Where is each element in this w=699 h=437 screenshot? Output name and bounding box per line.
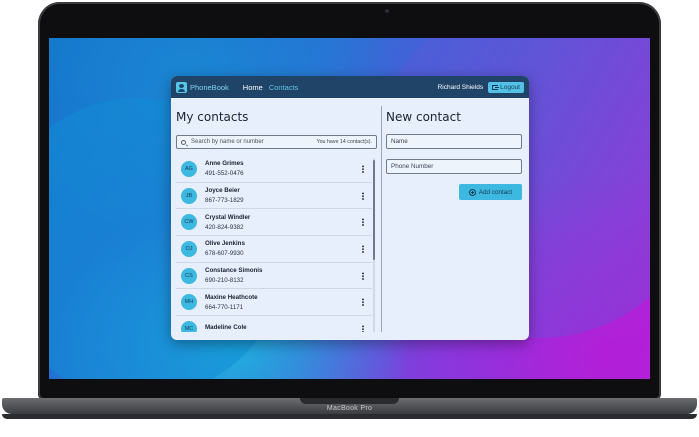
contacts-panel: My contacts Search by name or number You… (171, 98, 381, 340)
device-label: MacBook Pro (326, 405, 373, 412)
contact-name: Constance Simonis (205, 267, 263, 275)
avatar: MC (181, 320, 197, 332)
search-icon (181, 139, 186, 145)
more-options-icon[interactable] (362, 164, 364, 173)
brand-link[interactable]: PhoneBook (176, 81, 229, 93)
contact-name: Madeline Cole (205, 323, 247, 331)
list-item[interactable]: CW Crystal Windler 420-824-9382 (176, 209, 372, 237)
contact-phone: 491-552-0476 (205, 170, 244, 178)
new-contact-panel: New contact Name Phone Number Add contac… (383, 98, 529, 340)
avatar: AG (181, 160, 197, 177)
nav-link-contacts[interactable]: Contacts (269, 83, 299, 92)
phone-placeholder: Phone Number (391, 163, 434, 170)
camera-icon (385, 9, 389, 13)
search-input[interactable]: Search by name or number You have 14 con… (176, 135, 377, 149)
nav-links: Home Contacts (243, 83, 299, 92)
brand-name: PhoneBook (190, 82, 229, 92)
more-options-icon[interactable] (362, 324, 364, 332)
logout-label: Logout (500, 83, 520, 91)
logout-icon (492, 84, 500, 90)
contacts-title: My contacts (176, 110, 249, 124)
contact-phone: 690-210-8132 (205, 277, 244, 285)
list-item[interactable]: JB Joyce Beier 867-773-1829 (176, 183, 372, 210)
list-item[interactable]: MC Madeline Cole (176, 316, 372, 332)
user-menu: Richard Shields Logout (437, 81, 524, 93)
avatar: JB (181, 187, 197, 204)
laptop-mockup: PhoneBook Home Contacts Richard Shields … (0, 0, 699, 437)
nav-link-home[interactable]: Home (243, 83, 263, 92)
phonebook-app-window: PhoneBook Home Contacts Richard Shields … (171, 76, 529, 340)
navbar: PhoneBook Home Contacts Richard Shields … (171, 76, 529, 98)
list-item[interactable]: CS Constance Simonis 690-210-8132 (176, 263, 372, 290)
more-options-icon[interactable] (362, 218, 364, 227)
contact-phone: 867-773-1829 (205, 197, 244, 205)
add-contact-label: Add contact (478, 188, 513, 196)
list-item[interactable]: MH Maxine Heathcote 664-770-1171 (176, 289, 372, 317)
avatar: MH (181, 294, 197, 311)
contact-name: Olive Jenkins (205, 240, 245, 248)
laptop-notch (300, 398, 399, 404)
contact-phone: 420-824-9382 (205, 223, 244, 231)
avatar: CS (181, 267, 197, 284)
contact-list[interactable]: AG Anne Grimes 491-552-0476 JB Joyce Beie… (176, 156, 372, 332)
contact-name: Joyce Beier (205, 187, 240, 195)
laptop-foot (2, 414, 697, 419)
contact-book-icon (176, 81, 187, 93)
phone-input[interactable]: Phone Number (386, 159, 522, 174)
contact-name: Crystal Windler (205, 213, 251, 221)
user-name: Richard Shields (437, 83, 484, 91)
new-contact-title: New contact (386, 110, 461, 124)
more-options-icon[interactable] (362, 271, 364, 280)
more-options-icon[interactable] (362, 191, 364, 200)
scrollbar-thumb[interactable] (373, 160, 375, 260)
name-placeholder: Name (391, 138, 408, 145)
panel-divider (381, 106, 382, 332)
list-item[interactable]: AG Anne Grimes 491-552-0476 (176, 156, 372, 183)
name-input[interactable]: Name (386, 134, 522, 149)
logout-button[interactable]: Logout (488, 81, 524, 93)
list-item[interactable]: OJ Olive Jenkins 678-607-9930 (176, 236, 372, 263)
contact-phone: 664-770-1171 (205, 303, 244, 311)
avatar: OJ (181, 240, 197, 257)
contact-name: Anne Grimes (205, 160, 244, 168)
contact-phone: 678-607-9930 (205, 250, 244, 258)
contact-count: You have 14 contact(s). (316, 139, 372, 145)
more-options-icon[interactable] (362, 298, 364, 307)
search-placeholder: Search by name or number (191, 139, 264, 145)
avatar: CW (181, 214, 197, 231)
contact-name: Maxine Heathcote (205, 293, 258, 301)
plus-circle-icon (468, 188, 476, 196)
laptop-screen: PhoneBook Home Contacts Richard Shields … (49, 38, 650, 379)
more-options-icon[interactable] (362, 244, 364, 253)
add-contact-button[interactable]: Add contact (459, 184, 522, 200)
